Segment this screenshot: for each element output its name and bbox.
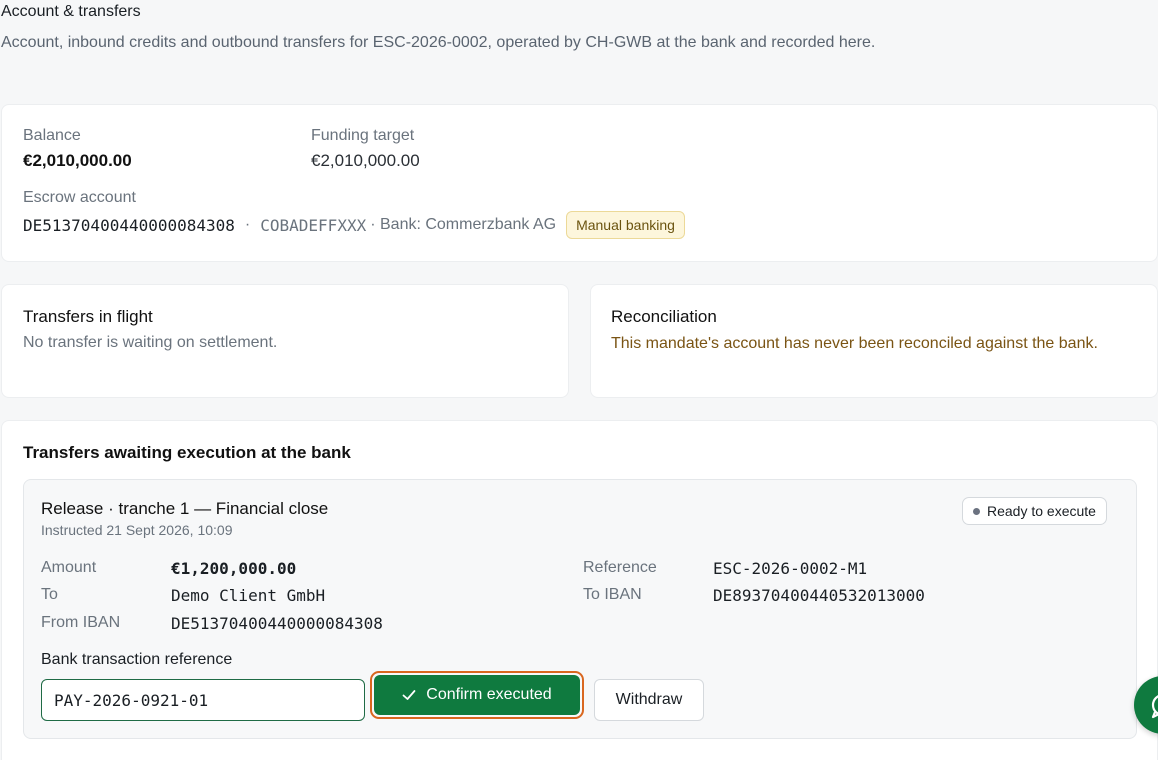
to-value: Demo Client GmbH [171,586,326,605]
status-badge-label: Ready to execute [987,503,1096,519]
amount-value: €1,200,000.00 [171,559,297,578]
transfers-in-flight-card: Transfers in flight No transfer is waiti… [1,284,569,398]
confirm-executed-label: Confirm executed [426,686,552,703]
chat-icon [1151,695,1158,719]
reconciliation-card: Reconciliation This mandate's account ha… [590,284,1158,398]
status-badge: Ready to execute [962,497,1107,525]
manual-banking-badge: Manual banking [566,211,685,239]
transfer-instructed-date: Instructed 21 Sept 2026, 10:09 [41,522,233,538]
separator-dot: · [244,216,251,233]
bank-name: · Bank: Commerzbank AG [370,216,557,233]
confirm-focus-ring: Confirm executed [370,671,584,719]
withdraw-button[interactable]: Withdraw [594,679,704,721]
bank-transaction-reference-label: Bank transaction reference [41,651,233,668]
confirm-executed-button[interactable]: Confirm executed [374,675,580,715]
amount-label: Amount [41,559,97,576]
transfers-in-flight-message: No transfer is waiting on settlement. [23,334,278,351]
page-title: Account & transfers [1,3,141,20]
page-subtitle: Account, inbound credits and outbound tr… [1,34,876,51]
balance-value: €2,010,000.00 [23,151,132,170]
reconciliation-warning: This mandate's account has never been re… [611,335,1098,352]
balance-label: Balance [23,127,81,144]
escrow-account-row: DE51370400440000084308 · COBADEFFXXX · B… [23,211,685,239]
transfer-item: Release · tranche 1 — Financial close In… [23,479,1137,739]
escrow-account-label: Escrow account [23,189,136,206]
funding-target-value: €2,010,000.00 [311,151,420,170]
chat-fab-button[interactable] [1134,676,1158,734]
to-iban-label: To IBAN [583,586,642,603]
transfer-title: Release · tranche 1 — Financial close [41,499,329,518]
awaiting-execution-card: Transfers awaiting execution at the bank… [1,420,1158,760]
account-card: Balance €2,010,000.00 Funding target €2,… [1,104,1158,262]
status-dot-icon [973,507,980,515]
bank-transaction-reference-input[interactable] [41,679,365,721]
transfers-in-flight-title: Transfers in flight [23,307,153,326]
to-iban-value: DE89370400440532013000 [713,586,925,605]
escrow-iban: DE51370400440000084308 [23,215,235,235]
escrow-bic: COBADEFFXXX [260,215,367,235]
from-iban-label: From IBAN [41,614,121,631]
from-iban-value: DE51370400440000084308 [171,614,383,633]
reconciliation-title: Reconciliation [611,307,717,326]
reference-value: ESC-2026-0002-M1 [713,559,868,578]
awaiting-execution-title: Transfers awaiting execution at the bank [23,443,351,462]
check-icon [402,690,416,700]
reference-label: Reference [583,559,657,576]
to-label: To [41,586,58,603]
funding-target-label: Funding target [311,127,415,144]
